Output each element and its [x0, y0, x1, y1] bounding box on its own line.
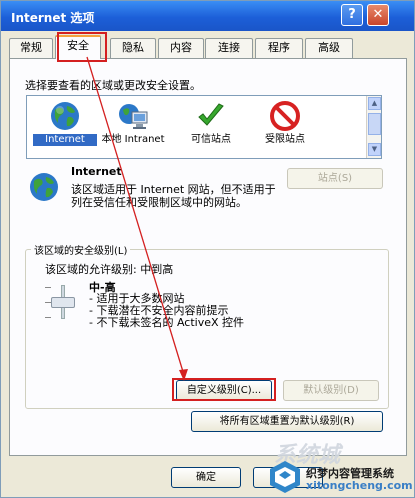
zone-trusted-sites[interactable]: 可信站点 — [179, 100, 243, 146]
zone-restricted-sites[interactable]: 受限站点 — [253, 100, 317, 146]
allowed-levels-text: 该区域的允许级别: 中到高 — [45, 263, 174, 276]
intranet-icon — [119, 104, 148, 129]
security-level-description: - 适用于大多数网站 - 下载潜在不安全内容前提示 - 不下载未签名的 Acti… — [89, 293, 244, 329]
tab-content[interactable]: 内容 — [158, 38, 204, 58]
selected-zone-title: Internet — [71, 165, 122, 178]
zone-local-intranet-label: 本地 Intranet — [101, 134, 165, 145]
tab-advanced[interactable]: 高级 — [305, 38, 353, 58]
scroll-thumb[interactable] — [368, 113, 381, 135]
security-level-slider-thumb[interactable] — [51, 297, 75, 308]
custom-level-highlight — [172, 378, 276, 401]
help-button[interactable]: ? — [341, 4, 363, 26]
watermark: 系统城 织梦内容管理系统 xitongcheng.com — [266, 437, 415, 498]
window-title: Internet 选项 — [11, 11, 95, 25]
selected-zone-globe-icon — [30, 173, 58, 201]
internet-options-dialog: Internet 选项 ? ✕ 常规 安全 隐私 内容 连接 程序 高级 选择要… — [0, 0, 415, 498]
tab-programs[interactable]: 程序 — [255, 38, 303, 58]
close-button[interactable]: ✕ — [367, 4, 389, 26]
zone-trusted-sites-label: 可信站点 — [191, 134, 231, 145]
sites-button[interactable]: 站点(S) — [287, 168, 383, 189]
level-bullet: - 不下载未签名的 ActiveX 控件 — [89, 316, 245, 329]
tab-general[interactable]: 常规 — [9, 38, 53, 58]
zone-list-scrollbar[interactable]: ▲ ▼ — [366, 96, 381, 158]
watermark-emblem-icon — [270, 461, 300, 493]
scroll-down-icon[interactable]: ▼ — [368, 143, 381, 156]
no-entry-icon — [270, 101, 300, 131]
slider-tick — [45, 287, 51, 288]
scroll-up-icon[interactable]: ▲ — [368, 97, 381, 110]
zone-list: Internet 本地 Intranet 可信站点 受限站点 ▲ ▼ — [26, 95, 382, 159]
slider-tick — [45, 317, 51, 318]
selected-zone-description: 该区域适用于 Internet 网站，但不适用于列在受信任和受限制区域中的网站。 — [71, 183, 276, 209]
tab-connections[interactable]: 连接 — [205, 38, 253, 58]
zone-local-intranet[interactable]: 本地 Intranet — [101, 100, 165, 146]
zone-restricted-sites-label: 受限站点 — [265, 134, 305, 145]
checkmark-icon — [198, 103, 224, 126]
ok-button[interactable]: 确定 — [171, 467, 241, 488]
security-level-legend: 该区域的安全级别(L) — [31, 242, 131, 257]
default-level-button[interactable]: 默认级别(D) — [283, 380, 379, 401]
tab-privacy[interactable]: 隐私 — [110, 38, 156, 58]
security-tab-highlight — [57, 32, 107, 62]
zone-internet-label: Internet — [33, 134, 97, 146]
globe-icon — [51, 102, 79, 130]
zone-prompt: 选择要查看的区域或更改安全设置。 — [25, 79, 201, 92]
zone-internet[interactable]: Internet — [33, 100, 97, 146]
title-bar[interactable]: Internet 选项 ? ✕ — [1, 1, 414, 31]
watermark-line2: xitongcheng.com — [306, 479, 413, 492]
reset-all-zones-button[interactable]: 将所有区域重置为默认级别(R) — [191, 411, 383, 432]
